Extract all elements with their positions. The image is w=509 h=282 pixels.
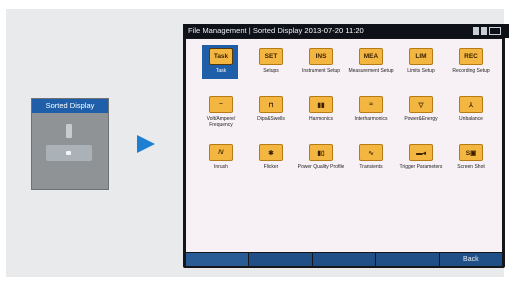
instrument-setup-icon: INS <box>309 48 333 65</box>
recording-setup-icon: REC <box>459 48 483 65</box>
unbalance-icon: ⅄ <box>459 96 483 113</box>
softkey-1-button[interactable] <box>186 253 249 266</box>
softkey-3-button[interactable] <box>312 253 376 266</box>
file-item-volt-ampere-frequency[interactable]: ~ Volt/Ampere/ Frequency <box>196 96 246 144</box>
sorted-display-thumbnail: Sorted Display <box>31 98 109 190</box>
thumbnail-dot-icon <box>66 151 71 155</box>
file-item-instrument-setup[interactable]: INS Instrument Setup <box>296 48 346 96</box>
softkey-2-button[interactable] <box>249 253 312 266</box>
file-item-label: Power Quality Profile <box>297 164 345 170</box>
status-icons <box>473 26 501 36</box>
file-item-interharmonics[interactable]: ≈ Interharmonics <box>346 96 396 144</box>
file-item-setups[interactable]: SET Setups <box>246 48 296 96</box>
file-item-label: Limits Setup <box>407 68 435 74</box>
file-item-label: Instrument Setup <box>301 68 341 74</box>
device-screen: File Management | Sorted Display 2013-07… <box>183 24 509 268</box>
softkey-back-button[interactable]: Back <box>439 253 503 266</box>
file-item-label: Power&Energy <box>404 116 438 122</box>
file-item-inrush[interactable]: /\/ Inrush <box>196 144 246 192</box>
title-bar: File Management | Sorted Display 2013-07… <box>183 24 509 38</box>
file-item-label: Screen Shot <box>457 164 485 170</box>
file-grid: Task Task SET Setups INS Instrument Setup MEA M… <box>196 45 492 192</box>
file-item-recording-setup[interactable]: REC Recording Setup <box>446 48 496 96</box>
file-grid-area: Task Task SET Setups INS Instrument Setup MEA M… <box>186 39 502 252</box>
transients-icon: ∿ <box>359 144 383 161</box>
measurement-setup-icon: MEA <box>359 48 383 65</box>
file-item-measurement-setup[interactable]: MEA Measurement Setup <box>346 48 396 96</box>
file-item-label: Task <box>215 68 227 74</box>
file-item-label: Interharmonics <box>354 116 388 122</box>
power-quality-profile-icon: ▮▯ <box>309 144 333 161</box>
plug-icon <box>481 27 487 35</box>
inrush-icon: /\/ <box>209 144 233 161</box>
arrow-right-icon <box>137 135 155 153</box>
task-icon: Task <box>209 48 233 65</box>
file-item-trigger-parameters[interactable]: ▬◂ Trigger Parameters <box>396 144 446 192</box>
file-item-dips-swells[interactable]: ⊓ Dips&Swells <box>246 96 296 144</box>
file-item-power-quality-profile[interactable]: ▮▯ Power Quality Profile <box>296 144 346 192</box>
file-item-transients[interactable]: ∿ Transients <box>346 144 396 192</box>
file-item-label: Flicker <box>263 164 279 170</box>
power-energy-icon: ▽ <box>409 96 433 113</box>
file-item-unbalance[interactable]: ⅄ Unbalance <box>446 96 496 144</box>
file-item-limits-setup[interactable]: LIM Limits Setup <box>396 48 446 96</box>
interharmonics-icon: ≈ <box>359 96 383 113</box>
file-item-label: Dips&Swells <box>257 116 285 122</box>
file-item-label: Harmonics <box>309 116 333 122</box>
file-item-label: Transients <box>359 164 383 170</box>
file-item-label: Setups <box>263 68 279 74</box>
file-item-label: Inrush <box>214 164 228 170</box>
file-item-screen-shot[interactable]: S▣ Screen Shot <box>446 144 496 192</box>
file-item-label: Unbalance <box>459 116 483 122</box>
file-item-label: Measurement Setup <box>348 68 394 74</box>
limits-setup-icon: LIM <box>409 48 433 65</box>
file-item-harmonics[interactable]: ▮▮ Harmonics <box>296 96 346 144</box>
file-item-power-energy[interactable]: ▽ Power&Energy <box>396 96 446 144</box>
thumbnail-title: Sorted Display <box>32 99 108 113</box>
trigger-parameters-icon: ▬◂ <box>409 144 433 161</box>
file-item-label: Trigger Parameters <box>399 164 443 170</box>
flicker-icon: ✱ <box>259 144 283 161</box>
battery-icon <box>489 27 501 35</box>
softkey-bar: Back <box>186 253 503 266</box>
thumbnail-slot-icon <box>66 124 72 138</box>
screen-shot-icon: S▣ <box>459 144 483 161</box>
thumbnail-button <box>46 145 92 161</box>
file-item-task[interactable]: Task Task <box>196 45 246 96</box>
lock-icon <box>473 27 479 35</box>
window-title: File Management | Sorted Display <box>188 26 303 35</box>
volt-ampere-frequency-icon: ~ <box>209 96 233 113</box>
file-item-label: Recording Setup <box>452 68 490 74</box>
harmonics-icon: ▮▮ <box>309 96 333 113</box>
softkey-4-button[interactable] <box>376 253 439 266</box>
dips-swells-icon: ⊓ <box>259 96 283 113</box>
datetime: 2013-07-20 11:20 <box>304 26 364 35</box>
setups-icon: SET <box>259 48 283 65</box>
file-item-flicker[interactable]: ✱ Flicker <box>246 144 296 192</box>
file-item-label: Volt/Ampere/ Frequency <box>206 116 236 128</box>
